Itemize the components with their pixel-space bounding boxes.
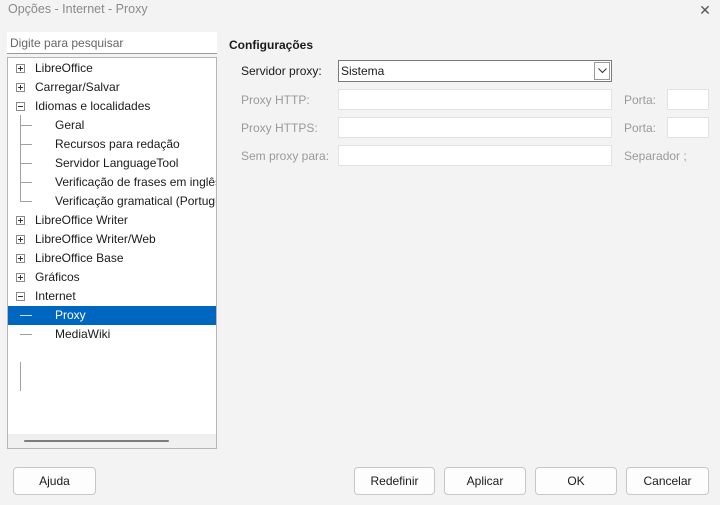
tree-guide-line	[20, 362, 21, 391]
tree-guide-line	[20, 201, 32, 202]
close-icon[interactable]: ✕	[696, 1, 714, 19]
reset-button[interactable]: Redefinir	[354, 467, 435, 495]
tree-item-proxy[interactable]: Proxy	[8, 306, 216, 325]
collapse-icon[interactable]	[16, 102, 25, 111]
horizontal-scrollbar[interactable]	[8, 434, 216, 448]
tree-item-label: LibreOffice	[35, 61, 93, 75]
tree-item-idiomas[interactable]: Idiomas e localidades	[8, 97, 216, 116]
https-proxy-input[interactable]	[338, 117, 612, 138]
no-proxy-label: Sem proxy para:	[241, 149, 330, 163]
tree-item-label: Verificação de frases em inglês	[55, 175, 216, 189]
tree-guide-line	[20, 163, 32, 164]
cancel-button[interactable]: Cancelar	[626, 467, 709, 495]
tree-guide-line	[20, 144, 32, 145]
no-proxy-input[interactable]	[338, 145, 612, 166]
tree-item-label: Proxy	[55, 308, 86, 322]
https-proxy-label: Proxy HTTPS:	[241, 121, 318, 135]
section-title: Configurações	[229, 38, 314, 52]
http-proxy-input[interactable]	[338, 89, 612, 110]
tree-item-languagetool[interactable]: Servidor LanguageTool	[8, 154, 216, 173]
tree-item-carregar-salvar[interactable]: Carregar/Salvar	[8, 78, 216, 97]
http-proxy-label: Proxy HTTP:	[241, 93, 310, 107]
proxy-server-value: Sistema	[341, 64, 385, 78]
tree-item-verificacao-ingles[interactable]: Verificação de frases em inglês	[8, 173, 216, 192]
expand-icon[interactable]	[16, 64, 25, 73]
ok-button[interactable]: OK	[535, 467, 617, 495]
separator-label: Separador ;	[624, 149, 687, 163]
tree-item-label: Carregar/Salvar	[35, 80, 120, 94]
collapse-icon[interactable]	[16, 292, 25, 301]
tree-guide-line	[20, 315, 32, 316]
tree-item-base[interactable]: LibreOffice Base	[8, 249, 216, 268]
proxy-server-select[interactable]: Sistema	[338, 60, 612, 82]
tree-item-libreoffice[interactable]: LibreOffice	[8, 59, 216, 78]
tree-item-label: Verificação gramatical (Português)	[55, 194, 216, 208]
tree-guide-line	[20, 125, 32, 126]
tree-guide-line	[20, 334, 32, 335]
tree-item-label: Servidor LanguageTool	[55, 156, 179, 170]
tree-item-verificacao-portugues[interactable]: Verificação gramatical (Português)	[8, 192, 216, 211]
tree-item-label: Recursos para redação	[55, 137, 180, 151]
tree-item-label: LibreOffice Base	[35, 251, 124, 265]
tree-guide-line	[20, 182, 32, 183]
https-port-label: Porta:	[624, 121, 657, 135]
tree-item-label: MediaWiki	[55, 327, 111, 341]
https-port-input[interactable]	[667, 117, 709, 138]
scrollbar-thumb[interactable]	[24, 440, 169, 442]
tree-item-writer-web[interactable]: LibreOffice Writer/Web	[8, 230, 216, 249]
chevron-down-icon[interactable]	[594, 62, 610, 80]
search-input[interactable]	[7, 32, 217, 54]
tree-item-label: Internet	[35, 289, 76, 303]
help-button[interactable]: Ajuda	[13, 467, 96, 495]
apply-button[interactable]: Aplicar	[444, 467, 526, 495]
expand-icon[interactable]	[16, 216, 25, 225]
tree-item-label: LibreOffice Writer	[35, 213, 128, 227]
title-bar: Opções - Internet - Proxy ✕	[0, 0, 720, 22]
tree-item-label: Gráficos	[35, 270, 80, 284]
tree-item-geral[interactable]: Geral	[8, 116, 216, 135]
http-port-label: Porta:	[624, 93, 657, 107]
tree-item-writer[interactable]: LibreOffice Writer	[8, 211, 216, 230]
proxy-server-label: Servidor proxy:	[241, 64, 322, 78]
tree-item-graficos[interactable]: Gráficos	[8, 268, 216, 287]
tree-item-recursos[interactable]: Recursos para redação	[8, 135, 216, 154]
tree-item-label: Idiomas e localidades	[35, 99, 151, 113]
expand-icon[interactable]	[16, 83, 25, 92]
window-title: Opções - Internet - Proxy	[8, 2, 148, 16]
expand-icon[interactable]	[16, 254, 25, 263]
tree-item-mediawiki[interactable]: MediaWiki	[8, 325, 216, 344]
expand-icon[interactable]	[16, 235, 25, 244]
http-port-input[interactable]	[667, 89, 709, 110]
tree-item-label: LibreOffice Writer/Web	[35, 232, 156, 246]
expand-icon[interactable]	[16, 273, 25, 282]
tree-item-label: Geral	[55, 118, 85, 132]
tree-item-internet[interactable]: Internet	[8, 287, 216, 306]
options-tree[interactable]: LibreOffice Carregar/Salvar Idiomas e lo…	[7, 57, 217, 449]
